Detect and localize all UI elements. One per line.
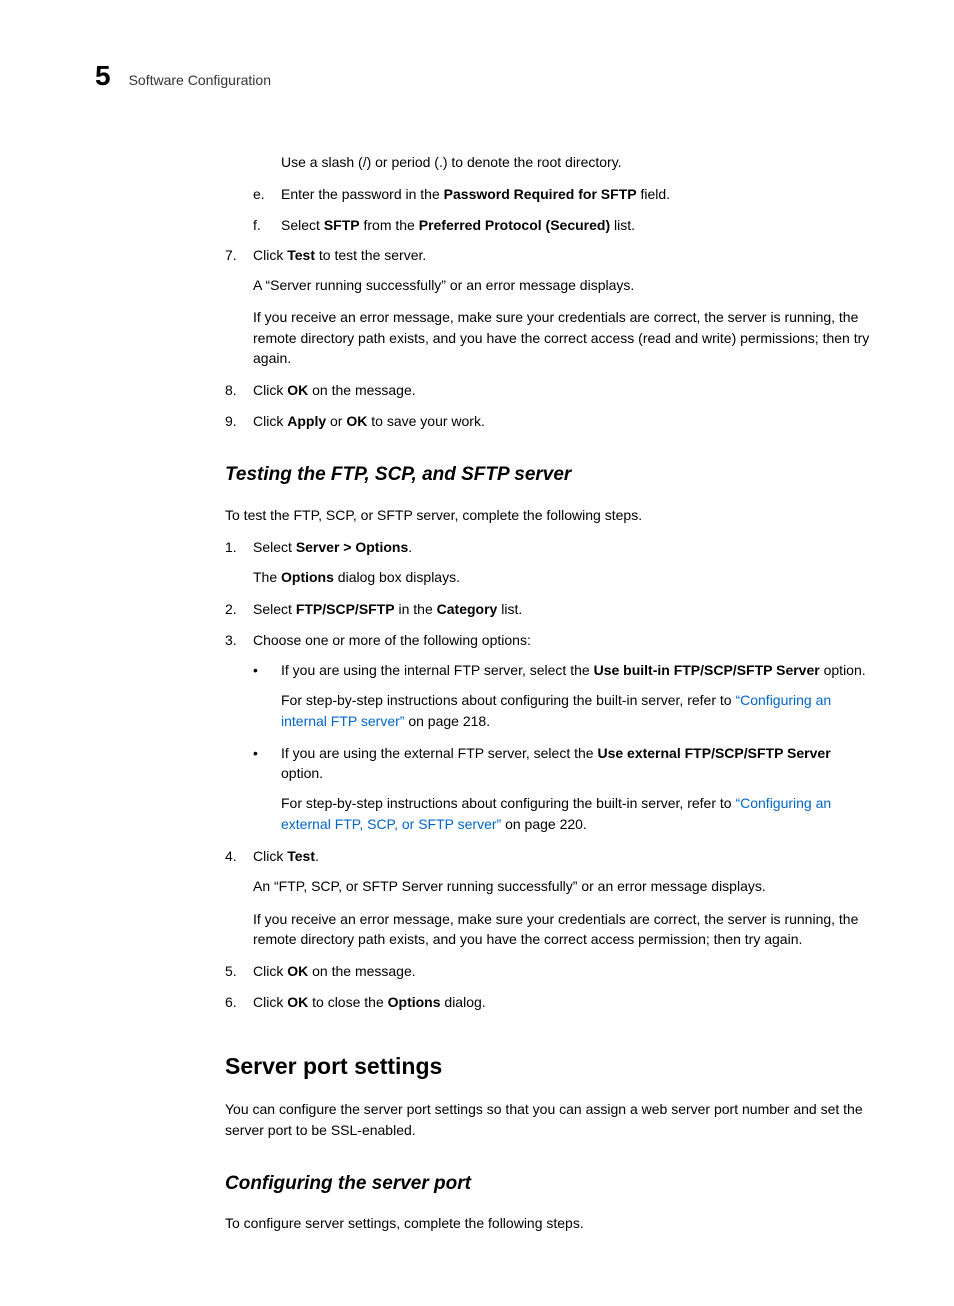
step-9: 9. Click Apply or OK to save your work. (225, 411, 874, 431)
list-text: Click Test to test the server. (253, 245, 874, 265)
step-7-note-1: A “Server running successfully” or an er… (253, 275, 874, 295)
step-1: 1. Select Server > Options. (225, 537, 874, 557)
bullet-2: • If you are using the external FTP serv… (253, 743, 874, 784)
list-marker: 2. (225, 599, 253, 619)
list-marker: 5. (225, 961, 253, 981)
sub-list: Use a slash (/) or period (.) to denote … (253, 152, 874, 235)
intro-text: You can configure the server port settin… (225, 1099, 874, 1140)
bullet-icon: • (253, 743, 281, 784)
list-marker: e. (253, 184, 281, 204)
list-marker: 6. (225, 992, 253, 1012)
step-4-note-2: If you receive an error message, make su… (253, 909, 874, 950)
bullet-icon: • (253, 660, 281, 680)
bullet-text: If you are using the external FTP server… (281, 743, 874, 784)
list-marker: 9. (225, 411, 253, 431)
page-body: Use a slash (/) or period (.) to denote … (225, 152, 874, 1234)
step-6: 6. Click OK to close the Options dialog. (225, 992, 874, 1012)
list-marker: 8. (225, 380, 253, 400)
step-4-note-1: An “FTP, SCP, or SFTP Server running suc… (253, 876, 874, 896)
list-text: Select FTP/SCP/SFTP in the Category list… (253, 599, 874, 619)
intro-text: To test the FTP, SCP, or SFTP server, co… (225, 505, 874, 525)
sub-item-e: e. Enter the password in the Password Re… (253, 184, 874, 204)
step-1-note: The Options dialog box displays. (253, 567, 874, 587)
list-text: Select Server > Options. (253, 537, 874, 557)
step-2: 2. Select FTP/SCP/SFTP in the Category l… (225, 599, 874, 619)
heading-server-port-settings: Server port settings (225, 1050, 874, 1083)
bullet-list: • If you are using the internal FTP serv… (253, 660, 874, 834)
sub-item-f: f. Select SFTP from the Preferred Protoc… (253, 215, 874, 235)
list-marker: 1. (225, 537, 253, 557)
list-text: Select SFTP from the Preferred Protocol … (281, 215, 874, 235)
list-text: Click OK to close the Options dialog. (253, 992, 874, 1012)
step-7-note-2: If you receive an error message, make su… (253, 307, 874, 368)
sub-d-note: Use a slash (/) or period (.) to denote … (281, 152, 874, 172)
step-8: 8. Click OK on the message. (225, 380, 874, 400)
step-3: 3. Choose one or more of the following o… (225, 630, 874, 650)
list-marker: 4. (225, 846, 253, 866)
num-list-2: 1. Select Server > Options. The Options … (225, 537, 874, 1012)
bullet-1-note: For step-by-step instructions about conf… (281, 690, 874, 731)
step-4: 4. Click Test. (225, 846, 874, 866)
num-list: 7. Click Test to test the server. A “Ser… (225, 245, 874, 431)
chapter-title: Software Configuration (129, 72, 271, 88)
step-5: 5. Click OK on the message. (225, 961, 874, 981)
list-text: Choose one or more of the following opti… (253, 630, 874, 650)
page-header: 5 Software Configuration (95, 60, 874, 92)
chapter-number: 5 (95, 60, 111, 92)
list-marker: 3. (225, 630, 253, 650)
list-text: Click OK on the message. (253, 380, 874, 400)
bullet-text: If you are using the internal FTP server… (281, 660, 874, 680)
list-text: Click Apply or OK to save your work. (253, 411, 874, 431)
page: 5 Software Configuration Use a slash (/)… (0, 0, 954, 1306)
list-text: Enter the password in the Password Requi… (281, 184, 874, 204)
bullet-1: • If you are using the internal FTP serv… (253, 660, 874, 680)
list-marker: f. (253, 215, 281, 235)
bullet-2-note: For step-by-step instructions about conf… (281, 793, 874, 834)
list-text: Click OK on the message. (253, 961, 874, 981)
heading-configuring-server-port: Configuring the server port (225, 1170, 874, 1198)
intro-text: To configure server settings, complete t… (225, 1213, 874, 1233)
step-7: 7. Click Test to test the server. (225, 245, 874, 265)
heading-testing-server: Testing the FTP, SCP, and SFTP server (225, 461, 874, 489)
list-marker: 7. (225, 245, 253, 265)
list-text: Click Test. (253, 846, 874, 866)
